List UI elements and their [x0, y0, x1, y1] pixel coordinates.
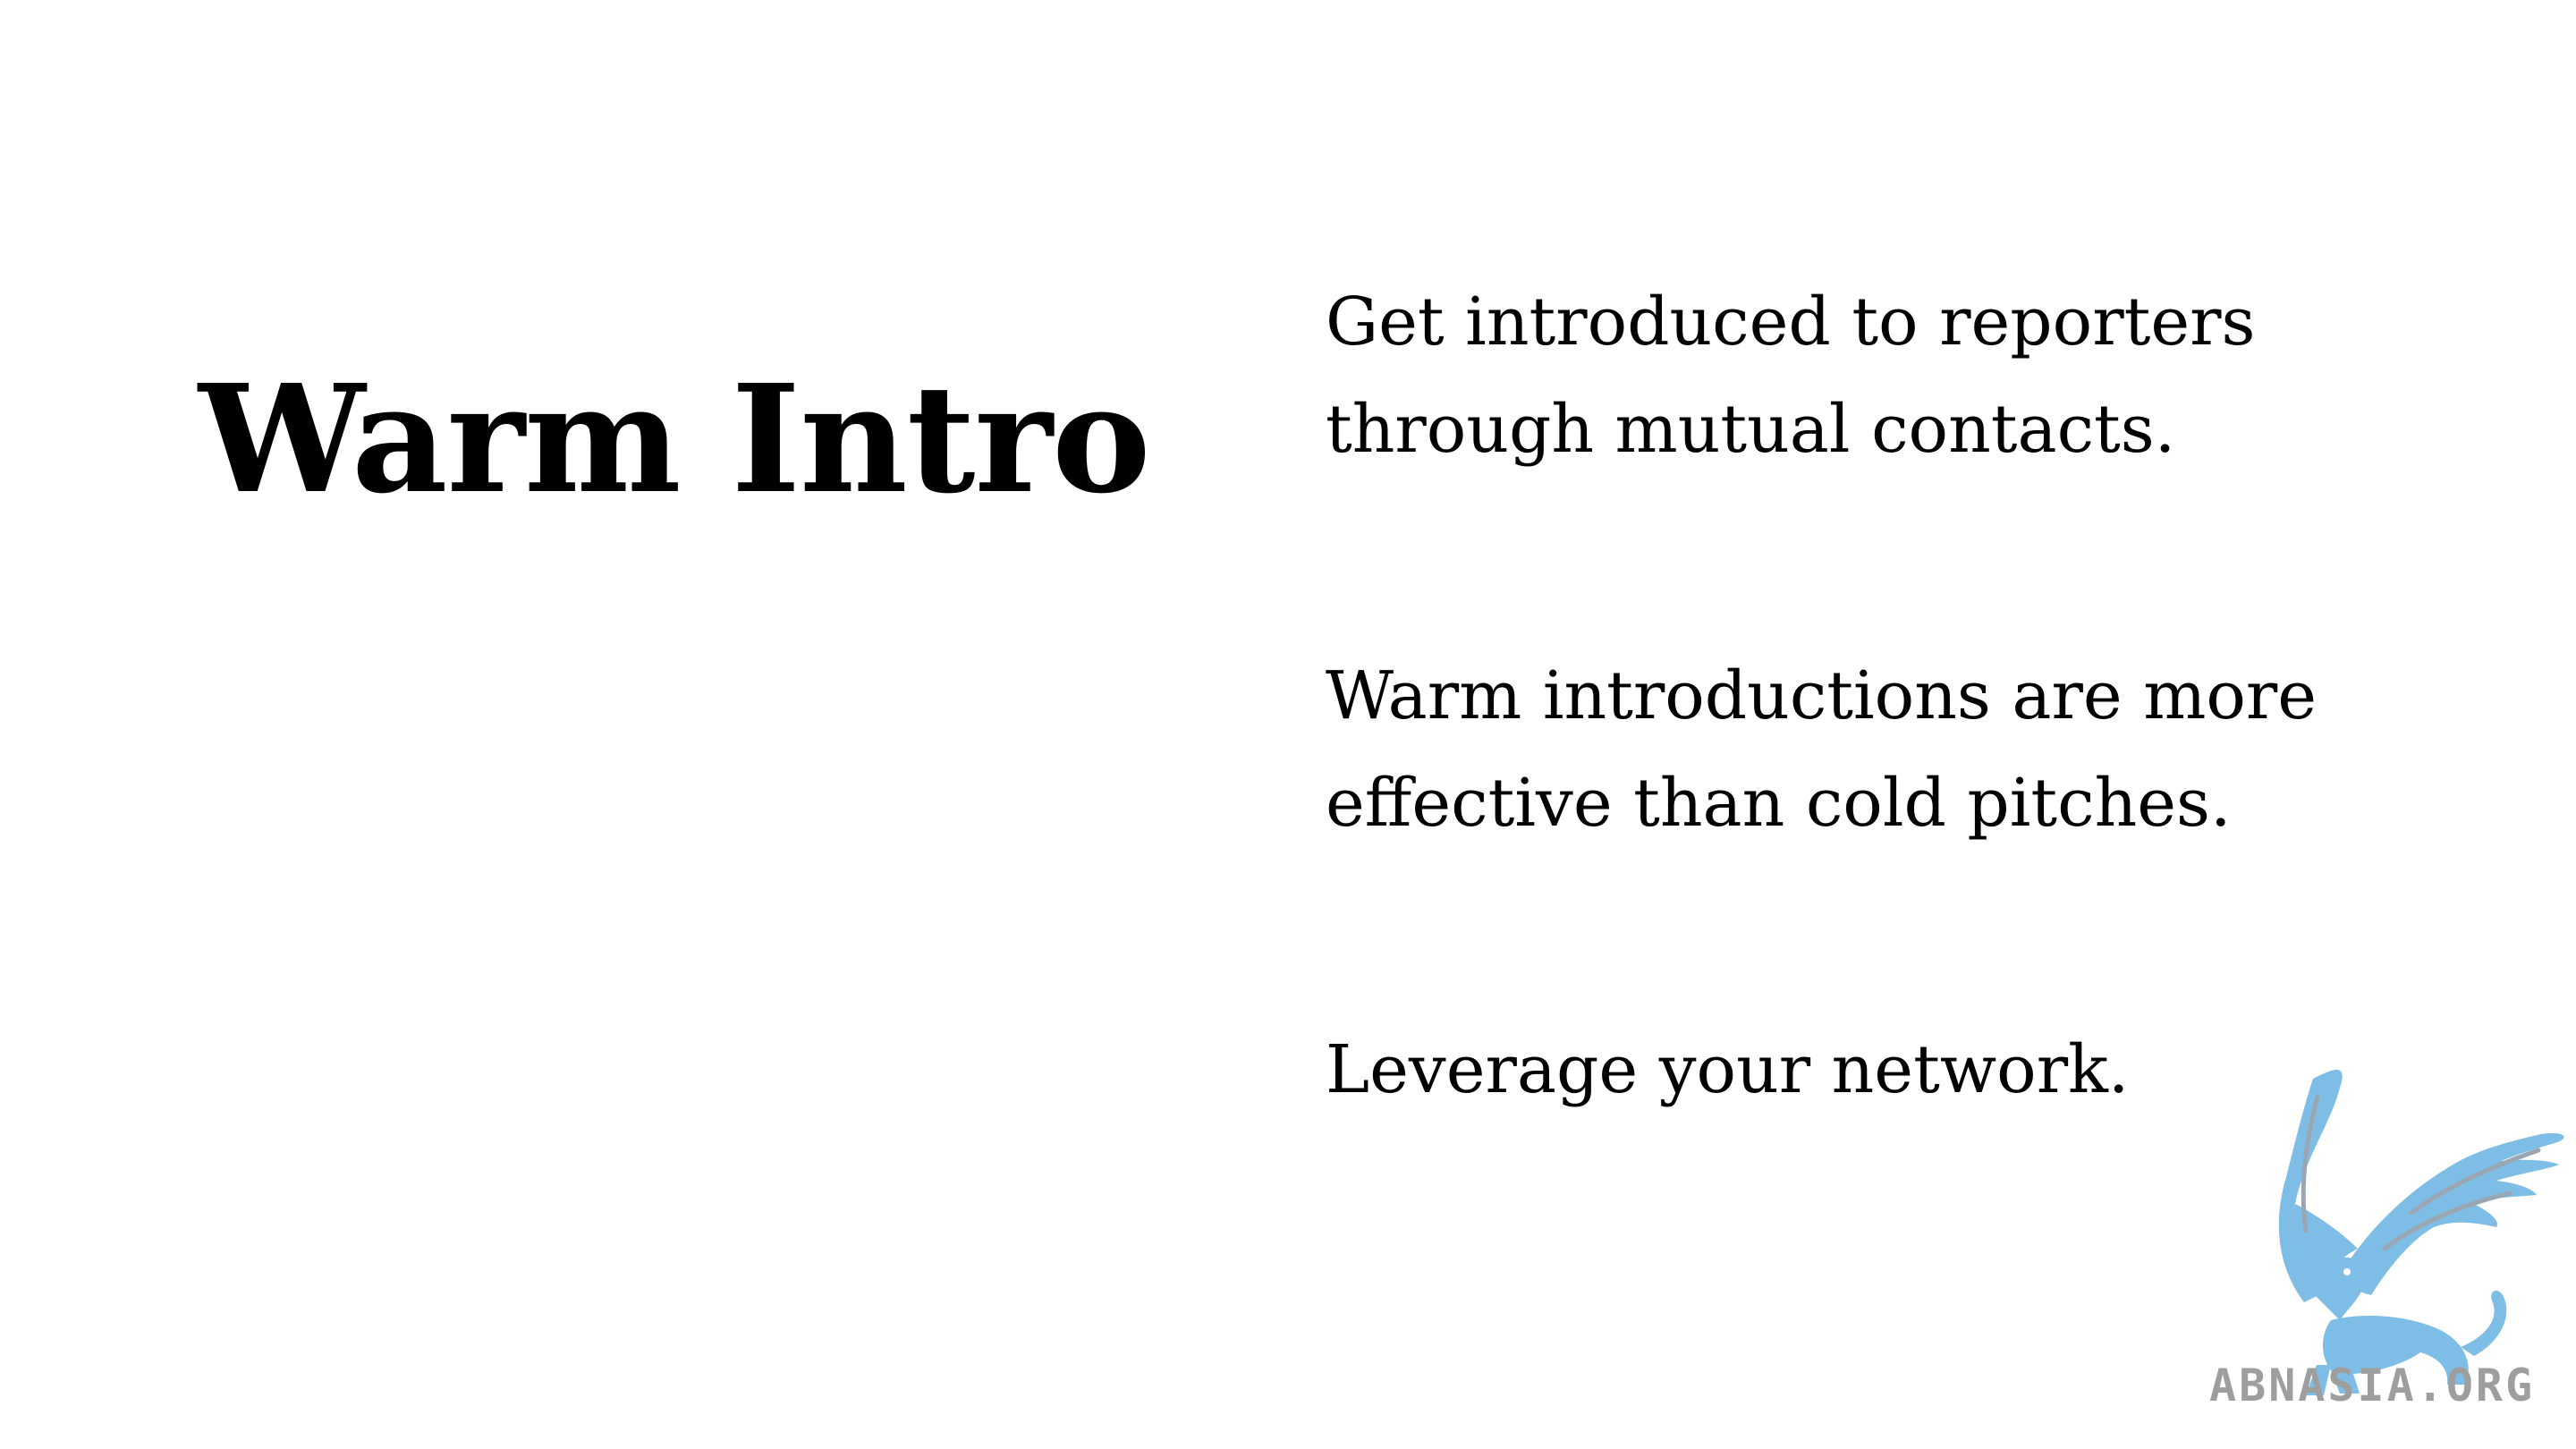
slide: Warm Intro Get introduced to reporters t… [0, 0, 2576, 1449]
body-paragraph-1: Get introduced to reporters through mutu… [1326, 284, 2256, 468]
logo-wordmark: ABNASIA.ORG [2209, 1360, 2536, 1411]
body-paragraph-2: Warm introductions are more effective th… [1326, 657, 2318, 842]
slide-title: Warm Intro [199, 352, 1151, 527]
slide-body: Get introduced to reporters through mutu… [1326, 268, 2488, 1123]
